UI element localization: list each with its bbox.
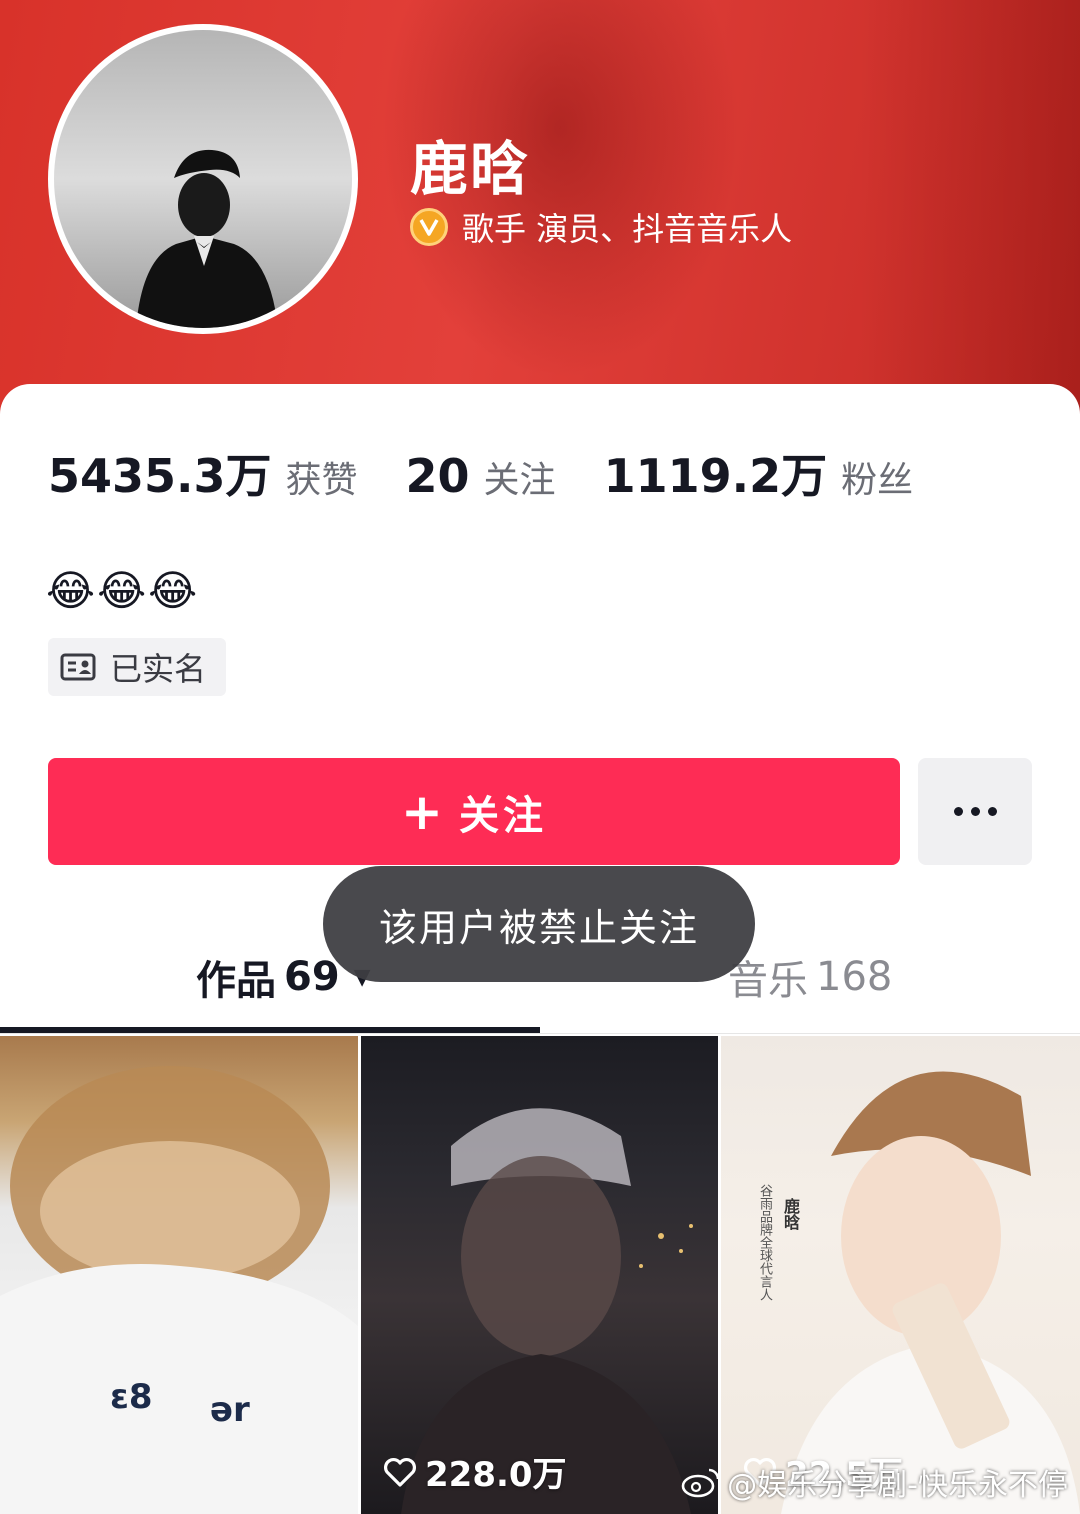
tab-divider (0, 1033, 1080, 1034)
more-dots-icon (953, 807, 963, 816)
avatar[interactable] (48, 24, 358, 334)
id-card-icon (60, 653, 96, 681)
follow-button[interactable]: + 关注 (48, 758, 900, 865)
weibo-watermark: @娱乐分享剧-快乐永不停 (681, 1460, 1068, 1504)
poster-name: 鹿晗 (781, 1198, 800, 1230)
profile-bio: 😂😂😂 (46, 566, 200, 615)
more-dots-icon (987, 807, 997, 816)
svg-text:ər: ər (210, 1390, 250, 1430)
video-thumbnail[interactable]: 228.0万 (361, 1036, 718, 1514)
like-count-text: 228.0万 (425, 1455, 567, 1495)
real-name-tag: 已实名 (48, 638, 226, 696)
following-label[interactable]: 关注 (484, 451, 556, 503)
tab-music-count: 168 (816, 954, 893, 1000)
profile-name: 鹿晗 (410, 135, 531, 203)
tab-works-label: 作品 (196, 958, 276, 1004)
heart-outline-icon (384, 1457, 416, 1487)
poster-slogan: 谷雨品牌全球代言人 (757, 1184, 772, 1301)
avatar-photo (54, 30, 352, 328)
followers-count[interactable]: 1119.2万 (604, 440, 828, 506)
follow-button-label: 关注 (458, 792, 547, 839)
following-count[interactable]: 20 (406, 449, 470, 503)
avatar-silhouette (136, 149, 278, 328)
verified-v-icon (410, 208, 448, 246)
banner-edge-shadow (860, 0, 1080, 420)
more-options-button[interactable] (918, 758, 1032, 865)
video-thumbnail[interactable]: ɛ8 ər (0, 1036, 358, 1514)
plus-icon: + (401, 782, 443, 841)
toast-follow-blocked: 该用户被禁止关注 (323, 866, 755, 982)
poster-text: 谷雨品牌全球代言人 鹿晗 (755, 1184, 805, 1301)
verified-title: 歌手 演员、抖音音乐人 (462, 210, 793, 248)
tab-works-count: 69 (284, 954, 340, 1000)
video-grid: ɛ8 ər 228.0万 谷雨品牌全球代言人 鹿晗 22.5万 (0, 1036, 1080, 1514)
video-thumbnail[interactable]: 谷雨品牌全球代言人 鹿晗 22.5万 (721, 1036, 1080, 1514)
weibo-logo-icon (681, 1468, 720, 1498)
followers-label[interactable]: 粉丝 (841, 451, 913, 503)
real-name-label: 已实名 (110, 650, 207, 688)
video-like-count: 228.0万 (383, 1447, 567, 1496)
more-dots-icon (970, 807, 980, 816)
verified-title-row: 歌手 演员、抖音音乐人 (410, 204, 792, 250)
likes-label: 获赞 (285, 460, 358, 501)
likes-count: 5435.3万 (48, 449, 272, 503)
thumbnail-photo: ɛ8 ər (0, 1066, 358, 1514)
svg-text:ɛ8: ɛ8 (110, 1377, 153, 1417)
thumbnail-photo (401, 1108, 693, 1514)
stats-row: 5435.3万 获赞 20 关注 1119.2万 粉丝 (48, 440, 961, 506)
tab-music[interactable]: 音乐 168 (728, 948, 892, 1006)
watermark-text: @娱乐分享剧-快乐永不停 (727, 1468, 1068, 1503)
